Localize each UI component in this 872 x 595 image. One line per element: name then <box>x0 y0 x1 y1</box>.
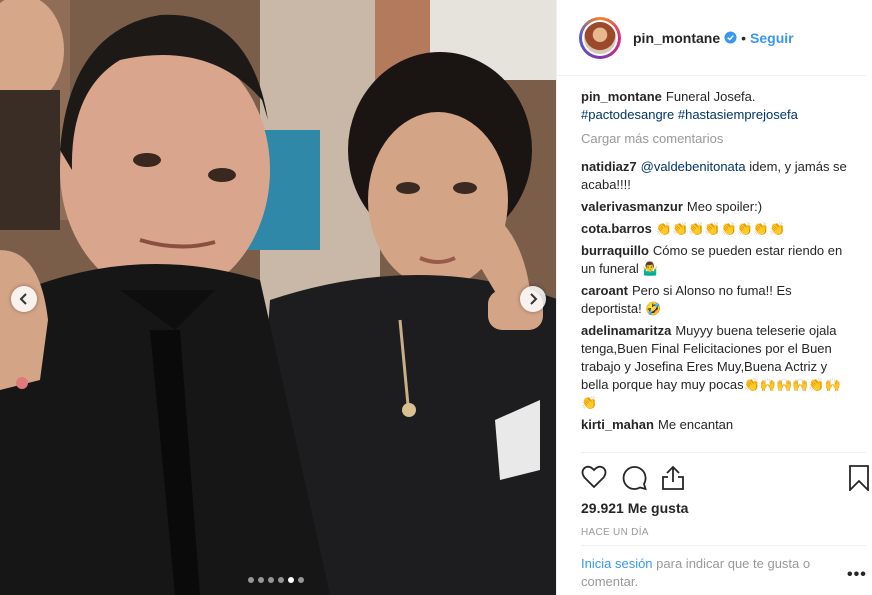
caption-text: Funeral Josefa. <box>665 89 756 104</box>
save-button[interactable] <box>849 465 869 494</box>
comment-username[interactable]: caroant <box>581 283 628 298</box>
share-icon <box>662 465 684 490</box>
comment-item: cota.barros 👏👏👏👏👏👏👏👏 <box>581 220 849 238</box>
avatar-image <box>584 21 616 54</box>
comment-item: adelinamaritza Muyyy buena teleserie ojal… <box>581 322 849 412</box>
photo-illustration <box>0 0 556 595</box>
action-bar <box>579 465 869 495</box>
carousel-prev-button[interactable] <box>11 286 37 312</box>
comment-text: Meo spoiler:) <box>686 199 763 214</box>
comment-text: Me encantan <box>657 417 734 432</box>
share-button[interactable] <box>661 465 685 494</box>
comment-item: caroant Pero si Alonso no fuma!! Es depor… <box>581 282 849 318</box>
separator-dot: • <box>741 29 747 46</box>
post-username[interactable]: pin_montane <box>633 30 720 46</box>
comment-username[interactable]: adelinamaritza <box>581 323 671 338</box>
comment-username[interactable]: valerivasmanzur <box>581 199 683 214</box>
comments-list: pin_montane Funeral Josefa. #pactodesangr… <box>581 88 849 450</box>
chevron-left-icon <box>19 293 27 305</box>
verified-badge-icon <box>724 31 737 44</box>
carousel-dot <box>298 577 304 583</box>
more-options-button[interactable]: ••• <box>847 566 867 584</box>
carousel-dot <box>248 577 254 583</box>
comment-mention[interactable]: @valdebenitonata <box>641 159 746 174</box>
caption-hashtags[interactable]: #pactodesangre #hastasiemprejosefa <box>581 107 798 122</box>
carousel-indicator <box>248 577 304 583</box>
post-side-panel: pin_montane • Seguir pin_montane Funeral J… <box>556 0 872 595</box>
caption-username[interactable]: pin_montane <box>581 89 662 104</box>
post-timestamp: HACE UN DÍA <box>581 527 649 538</box>
comment-text: 👏👏👏👏👏👏👏👏 <box>655 221 786 236</box>
comment-username[interactable]: natidiaz7 <box>581 159 637 174</box>
bookmark-icon <box>849 465 869 493</box>
follow-wrap: • Seguir <box>741 30 793 46</box>
comment-bubble-icon <box>622 466 647 491</box>
comment-username[interactable]: burraquillo <box>581 243 649 258</box>
avatar-ring-inner <box>582 19 618 56</box>
comment-item: burraquillo Cómo se pueden estar riendo e… <box>581 242 849 278</box>
post-photo[interactable] <box>0 0 556 595</box>
comment-button[interactable] <box>621 465 647 494</box>
login-link[interactable]: Inicia sesión <box>581 556 653 571</box>
like-button[interactable] <box>581 465 607 492</box>
carousel-dot <box>258 577 264 583</box>
load-more-comments-link[interactable]: Cargar más comentarios <box>581 130 849 148</box>
carousel-dot <box>268 577 274 583</box>
carousel-dot <box>278 577 284 583</box>
comment-rows: natidiaz7 @valdebenitonata idem, y jamás … <box>581 158 849 434</box>
heart-icon <box>581 465 607 489</box>
login-prompt: Inicia sesión para indicar que te gusta … <box>581 555 833 591</box>
caption: pin_montane Funeral Josefa. #pactodesangr… <box>581 88 849 124</box>
avatar[interactable] <box>579 16 621 59</box>
comment-item: kirti_mahan Me encantan <box>581 416 849 434</box>
likes-count[interactable]: 29.921 Me gusta <box>581 500 688 516</box>
follow-button[interactable]: Seguir <box>750 30 794 46</box>
chevron-right-icon <box>530 293 538 305</box>
carousel-dot <box>288 577 294 583</box>
divider <box>581 452 866 453</box>
comment-item: natidiaz7 @valdebenitonata idem, y jamás … <box>581 158 849 194</box>
post-header: pin_montane • Seguir <box>557 0 866 76</box>
carousel-next-button[interactable] <box>520 286 546 312</box>
divider <box>581 545 866 546</box>
comment-username[interactable]: kirti_mahan <box>581 417 654 432</box>
comment-username[interactable]: cota.barros <box>581 221 652 236</box>
comment-item: valerivasmanzur Meo spoiler:) <box>581 198 849 216</box>
